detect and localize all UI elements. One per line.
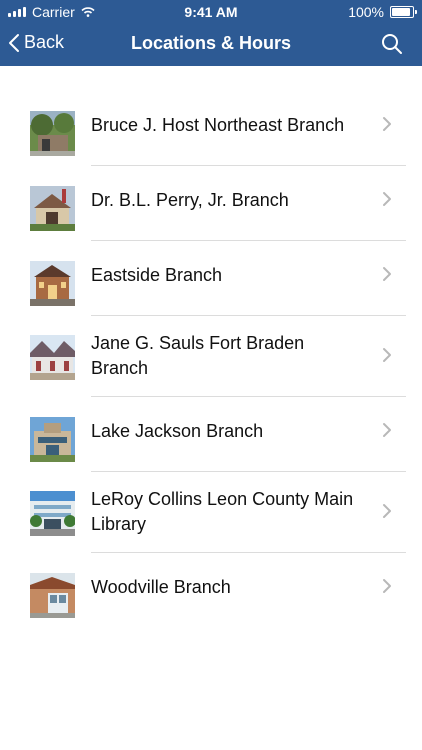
- location-name: Woodville Branch: [91, 577, 231, 597]
- branch-photo: [30, 417, 75, 462]
- branch-photo: [30, 491, 75, 536]
- location-row[interactable]: Dr. B.L. Perry, Jr. Branch: [0, 166, 422, 241]
- search-icon[interactable]: [380, 32, 404, 56]
- battery-percent: 100%: [348, 4, 384, 20]
- location-name: LeRoy Collins Leon County Main Library: [91, 489, 354, 534]
- chevron-right-icon: [383, 192, 391, 206]
- chevron-right-icon: [383, 267, 391, 281]
- location-name: Jane G. Sauls Fort Braden Branch: [91, 333, 305, 378]
- chevron-right-icon: [383, 579, 391, 593]
- location-name: Lake Jackson Branch: [91, 421, 264, 441]
- location-name: Eastside Branch: [91, 265, 223, 285]
- location-row[interactable]: Woodville Branch: [0, 553, 422, 628]
- branch-photo: [30, 261, 75, 306]
- branch-photo: [30, 335, 75, 380]
- chevron-right-icon: [383, 423, 391, 437]
- location-row[interactable]: Jane G. Sauls Fort Braden Branch: [0, 316, 422, 397]
- chevron-right-icon: [383, 117, 391, 131]
- location-name: Bruce J. Host Northeast Branch: [91, 115, 345, 135]
- chevron-right-icon: [383, 504, 391, 518]
- location-name: Dr. B.L. Perry, Jr. Branch: [91, 190, 289, 210]
- location-row[interactable]: Lake Jackson Branch: [0, 397, 422, 472]
- locations-list: Bruce J. Host Northeast Branch Dr. B.L. …: [0, 90, 422, 628]
- branch-photo: [30, 573, 75, 618]
- location-row[interactable]: LeRoy Collins Leon County Main Library: [0, 472, 422, 553]
- navigation-bar: Back Locations & Hours: [0, 24, 422, 66]
- chevron-right-icon: [383, 348, 391, 362]
- location-row[interactable]: Bruce J. Host Northeast Branch: [0, 90, 422, 166]
- status-bar: Carrier 9:41 AM 100%: [0, 0, 422, 24]
- branch-photo: [30, 186, 75, 231]
- page-title: Locations & Hours: [130, 33, 291, 53]
- battery-icon: [390, 6, 417, 18]
- location-row[interactable]: Eastside Branch: [0, 241, 422, 316]
- branch-photo: [30, 111, 75, 156]
- top-bar: Carrier 9:41 AM 100% Back Locations & Ho…: [0, 0, 422, 66]
